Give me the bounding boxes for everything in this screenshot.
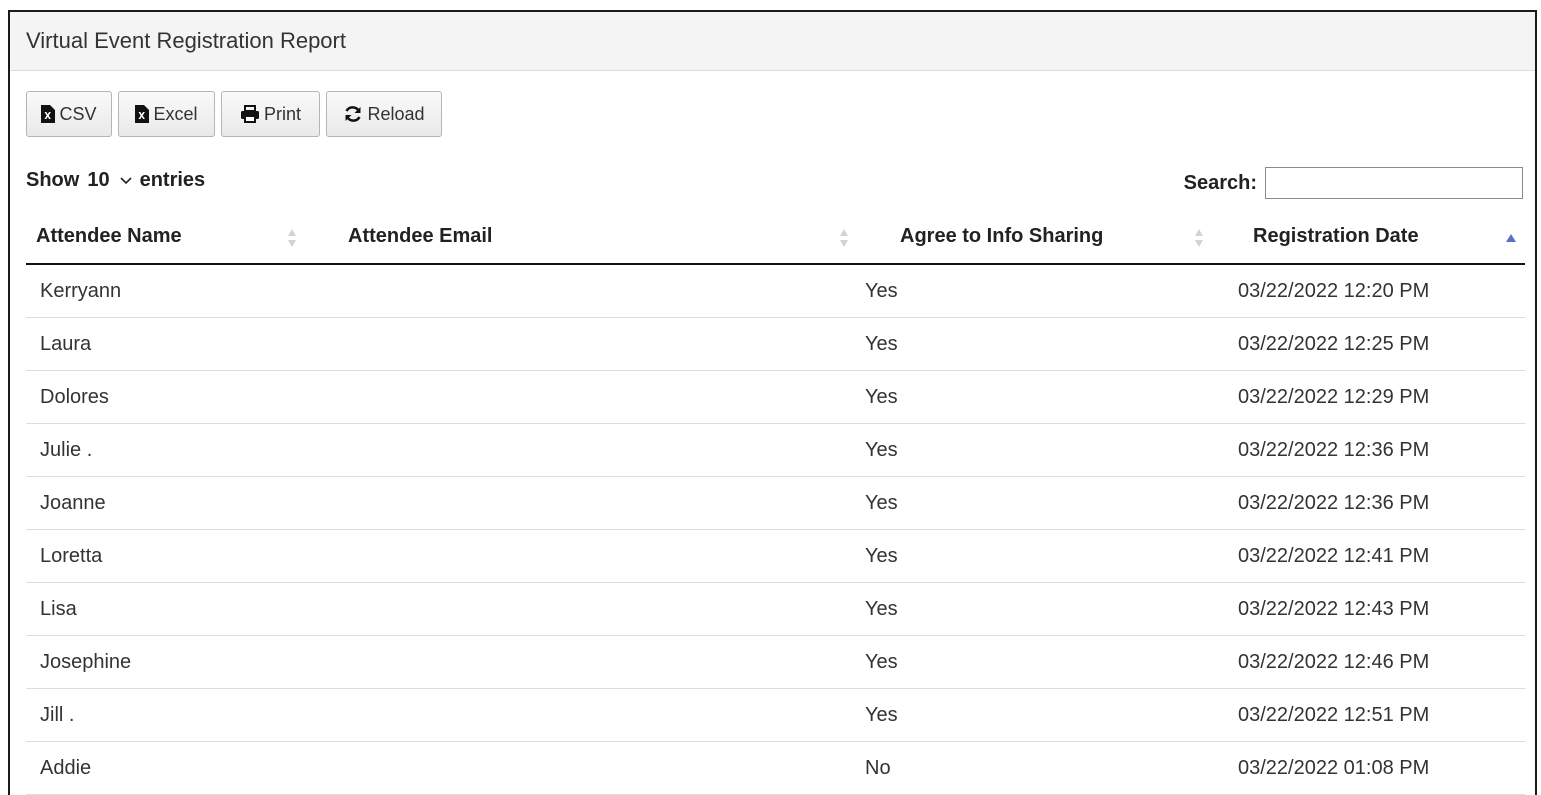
length-prefix: Show [26,169,80,191]
table-row: Dolores Yes 03/22/2022 12:29 PM [26,370,1525,424]
agree-cell: Yes [865,582,1218,636]
excel-button[interactable]: Excel [118,91,215,137]
attendee-email-cell [313,370,865,424]
agree-cell: Yes [865,476,1218,530]
csv-button[interactable]: CSV [26,91,112,137]
attendee-name-cell: Jill . [26,688,313,742]
search-input[interactable] [1265,167,1523,199]
table-row: Lisa Yes 03/22/2022 12:43 PM [26,582,1525,636]
column-header-agree-to-info-sharing[interactable]: Agree to Info Sharing [865,213,1218,265]
table-row: Joanne Yes 03/22/2022 12:36 PM [26,476,1525,530]
agree-cell: Yes [865,688,1218,742]
entries-length-control: Show 10 entries [26,169,205,192]
registration-date-cell: 03/22/2022 12:41 PM [1218,529,1525,583]
report-panel: Virtual Event Registration Report CSV Ex… [8,10,1537,795]
attendee-name-cell: Joanne [26,476,313,530]
attendee-email-cell [313,317,865,371]
attendee-email-cell [313,582,865,636]
registration-date-cell: 03/22/2022 01:08 PM [1218,741,1525,795]
report-title: Virtual Event Registration Report [26,28,346,53]
attendee-email-cell [313,264,865,318]
registration-date-cell: 03/22/2022 12:51 PM [1218,688,1525,742]
attendee-name-cell: Addie [26,741,313,795]
attendee-email-cell [313,635,865,689]
table-row: Addie No 03/22/2022 01:08 PM [26,741,1525,795]
column-header-attendee-name[interactable]: Attendee Name [26,213,313,265]
agree-cell: Yes [865,317,1218,371]
sort-both-icon [840,229,848,247]
sort-both-icon [1195,229,1203,247]
table-row: Julie . Yes 03/22/2022 12:36 PM [26,423,1525,477]
excel-button-label: Excel [153,103,198,124]
registration-date-cell: 03/22/2022 12:20 PM [1218,264,1525,318]
attendee-name-cell: Josephine [26,635,313,689]
registration-date-cell: 03/22/2022 12:29 PM [1218,370,1525,424]
search-label: Search: [1183,171,1257,194]
registration-date-cell: 03/22/2022 12:36 PM [1218,423,1525,477]
file-excel-icon [41,105,56,123]
attendee-name-cell: Dolores [26,370,313,424]
agree-cell: Yes [865,423,1218,477]
panel-heading: Virtual Event Registration Report [10,12,1535,71]
print-button[interactable]: Print [221,91,320,137]
column-header-attendee-email[interactable]: Attendee Email [313,213,865,265]
agree-cell: Yes [865,264,1218,318]
attendee-email-cell [313,476,865,530]
table-row: Kerryann Yes 03/22/2022 12:20 PM [26,264,1525,318]
table-row: Josephine Yes 03/22/2022 12:46 PM [26,635,1525,689]
agree-cell: Yes [865,529,1218,583]
attendee-name-cell: Loretta [26,529,313,583]
entries-select[interactable]: 10 [87,169,132,192]
reload-button-label: Reload [367,103,425,124]
attendee-name-cell: Julie . [26,423,313,477]
column-header-registration-date[interactable]: Registration Date [1218,213,1525,265]
search-control: Search: [1184,167,1523,199]
agree-cell: Yes [865,635,1218,689]
registration-date-cell: 03/22/2022 12:25 PM [1218,317,1525,371]
sort-both-icon [288,229,296,247]
attendee-email-cell [313,423,865,477]
length-suffix: entries [139,169,206,191]
registration-date-cell: 03/22/2022 12:36 PM [1218,476,1525,530]
registration-date-cell: 03/22/2022 12:43 PM [1218,582,1525,636]
csv-button-label: CSV [59,103,97,124]
print-icon [240,105,260,123]
agree-cell: No [865,741,1218,795]
attendee-name-cell: Kerryann [26,264,313,318]
print-button-label: Print [263,103,301,124]
chevron-down-icon [120,176,132,184]
table-header-row: Attendee Name Attendee Email Agree to In… [26,213,1525,265]
attendee-name-cell: Lisa [26,582,313,636]
export-toolbar: CSV Excel Print Reload [26,91,442,137]
table-row: Jill . Yes 03/22/2022 12:51 PM [26,688,1525,742]
attendee-email-cell [313,688,865,742]
table-row: Laura Yes 03/22/2022 12:25 PM [26,317,1525,371]
attendee-email-cell [313,529,865,583]
registration-table: Attendee Name Attendee Email Agree to In… [26,213,1525,795]
attendee-name-cell: Laura [26,317,313,371]
sort-ascending-icon [1506,234,1516,242]
refresh-icon [343,105,363,123]
reload-button[interactable]: Reload [326,91,442,137]
table-row: Loretta Yes 03/22/2022 12:41 PM [26,529,1525,583]
agree-cell: Yes [865,370,1218,424]
entries-select-value: 10 [87,169,110,191]
registration-date-cell: 03/22/2022 12:46 PM [1218,635,1525,689]
attendee-email-cell [313,741,865,795]
file-excel-icon [135,105,150,123]
